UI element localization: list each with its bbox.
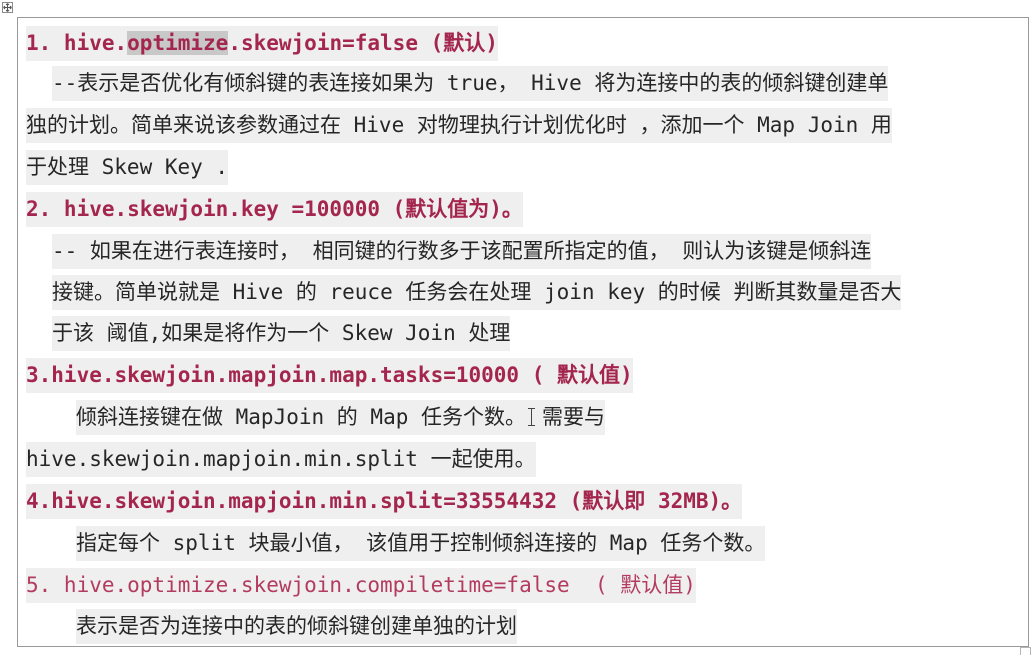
- paragraph-line: 接键。简单说就是 Hive 的 reuce 任务会在处理 join key 的时…: [52, 275, 902, 310]
- paragraph-line: 指定每个 split 块最小值， 该值用于控制倾斜连接的 Map 任务个数。: [76, 526, 766, 561]
- paragraph-line: 表示是否为连接中的表的倾斜键创建单独的计划: [76, 609, 517, 644]
- paragraph-line: -- 如果在进行表连接时， 相同键的行数多于该配置所指定的值， 则认为该键是倾斜…: [52, 234, 872, 269]
- text-before-cursor: 倾斜连接键在做 MapJoin 的 Map 任务个数。: [76, 405, 527, 429]
- paragraph-line: 倾斜连接键在做 MapJoin 的 Map 任务个数。 需要与: [76, 400, 606, 435]
- paragraph-line: 独的计划。简单来说该参数通过在 Hive 对物理执行计划优化时 ，添加一个 Ma…: [26, 108, 892, 143]
- heading-prefix: 1. hive.: [26, 31, 128, 55]
- heading-skewjoin-key: 2. hive.skewjoin.key =100000 (默认值为)。: [26, 192, 523, 227]
- document-table-cell[interactable]: 1. hive.optimize.skewjoin=false (默认) --表…: [17, 17, 1029, 647]
- text-cursor-icon: [528, 408, 536, 426]
- paragraph-line: --表示是否优化有倾斜键的表连接如果为 true， Hive 将为连接中的表的倾…: [52, 66, 889, 101]
- heading-optimize-skewjoin: 1. hive.optimize.skewjoin=false (默认): [26, 26, 498, 61]
- paragraph-line: 于处理 Skew Key .: [26, 150, 229, 185]
- selected-text: optimize: [127, 31, 229, 55]
- paragraph-line: 于该 阈值,如果是将作为一个 Skew Join 处理: [52, 316, 511, 351]
- table-move-handle-icon[interactable]: [2, 2, 13, 13]
- heading-suffix: .skewjoin=false (默认): [228, 31, 498, 55]
- heading-mapjoin-min-split: 4.hive.skewjoin.mapjoin.min.split=335544…: [26, 484, 743, 519]
- heading-compiletime: 5. hive.optimize.skewjoin.compiletime=fa…: [26, 568, 696, 603]
- resize-handle[interactable]: [1020, 647, 1031, 655]
- text-after-cursor: 需要与: [542, 405, 606, 429]
- heading-mapjoin-map-tasks: 3.hive.skewjoin.mapjoin.map.tasks=10000 …: [26, 358, 633, 393]
- paragraph-line: hive.skewjoin.mapjoin.min.split 一起使用。: [26, 442, 536, 477]
